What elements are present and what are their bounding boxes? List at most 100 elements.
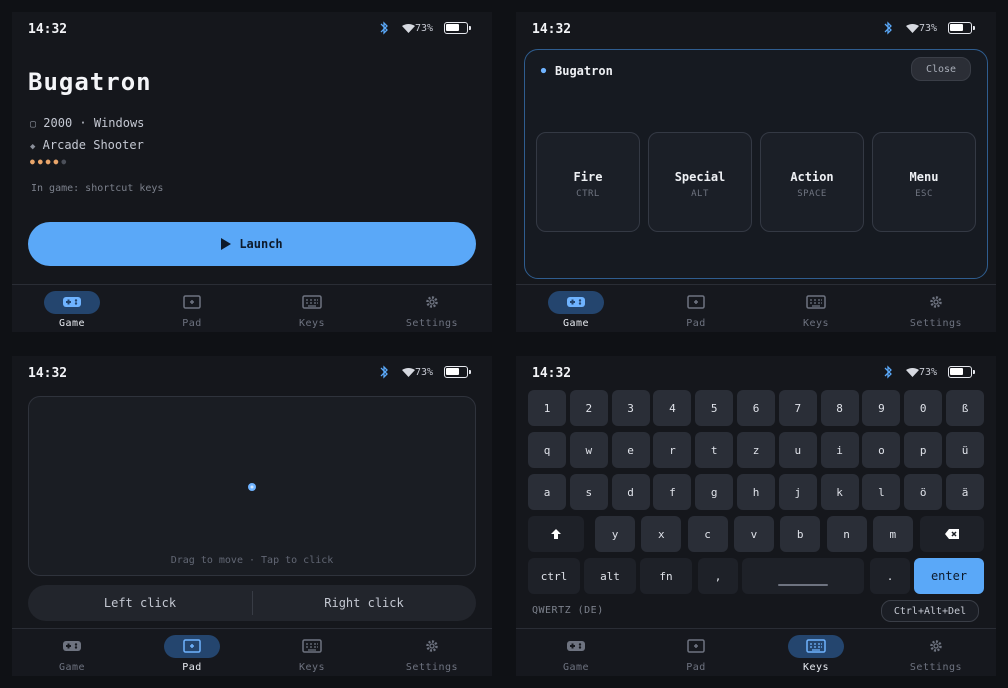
key-row3-10[interactable]: ä [946,474,984,510]
alt-key[interactable]: alt [584,558,636,594]
key-row2-9[interactable]: p [904,432,943,468]
shift-icon [551,529,561,539]
key-row3-3[interactable]: f [653,474,692,510]
close-button[interactable]: Close [911,57,971,81]
key-row3-6[interactable]: j [778,474,817,510]
key-row3-0[interactable]: a [528,474,566,510]
nav-item-pad[interactable]: Pad [636,285,756,332]
key-row2-3[interactable]: r [653,432,692,468]
nav-item-keys[interactable]: Keys [252,285,372,332]
key-row1-8[interactable]: 9 [862,390,901,426]
key-row3-7[interactable]: k [820,474,859,510]
nav-item-game[interactable]: Game [12,629,132,676]
shift-key[interactable] [528,516,584,552]
key-row2-8[interactable]: o [862,432,901,468]
key-row2-0[interactable]: q [528,432,566,468]
key-row2-10[interactable]: ü [946,432,984,468]
nav-item-keys[interactable]: Keys [252,629,372,676]
nav-item-settings[interactable]: Settings [876,629,996,676]
key-row4-4[interactable]: b [780,516,821,552]
key-row2-4[interactable]: t [695,432,734,468]
key-row3-5[interactable]: h [737,474,775,510]
left-click-button[interactable]: Left click [28,585,252,621]
touchpad-icon [183,639,201,653]
key-row1-10[interactable]: ß [946,390,984,426]
right-click-button[interactable]: Right click [252,585,476,621]
nav-item-pad[interactable]: Pad [132,285,252,332]
space-key[interactable] [742,558,864,594]
touchpad-area[interactable]: Drag to move · Tap to click [28,396,476,576]
nav-item-pad[interactable]: Pad [636,629,756,676]
enter-key[interactable]: enter [914,558,984,594]
bottom-nav: Game Pad Keys Settings [516,628,996,676]
key-row4-1[interactable]: x [641,516,682,552]
key-row4-0[interactable]: y [595,516,635,552]
key-row3-1[interactable]: s [569,474,608,510]
key-row1-7[interactable]: 8 [820,390,859,426]
key-row3-9[interactable]: ö [904,474,943,510]
launch-button[interactable]: Launch [28,222,476,266]
key-row1-2[interactable]: 3 [611,390,650,426]
star-icon-empty: ● [61,157,70,166]
touchpad-hint: Drag to move · Tap to click [170,555,334,566]
key-row1-6[interactable]: 7 [778,390,817,426]
key-row1-5[interactable]: 6 [737,390,775,426]
ctrl-key[interactable]: ctrl [528,558,580,594]
wifi-icon [906,368,919,377]
key-row2-1[interactable]: w [569,432,608,468]
nav-item-settings[interactable]: Settings [876,285,996,332]
shortcut-menu-button[interactable]: Menu ESC [872,132,976,232]
keyboard-icon [806,639,826,653]
key-row4-3[interactable]: v [733,516,774,552]
tag-icon: ◆ [30,142,36,152]
key-row1-0[interactable]: 1 [528,390,566,426]
wifi-icon [402,24,415,33]
bluetooth-icon [380,21,388,35]
comma-key[interactable]: , [698,558,738,594]
key-row2-5[interactable]: z [737,432,775,468]
battery-icon [444,22,471,34]
shortcut-special-button[interactable]: Special ALT [648,132,752,232]
nav-item-settings[interactable]: Settings [372,629,492,676]
nav-item-pad[interactable]: Pad [132,629,252,676]
key-row1-4[interactable]: 5 [695,390,734,426]
status-bar: 14:32 73% [516,356,996,390]
in-game-hint: In game: shortcut keys [31,183,164,194]
fn-key[interactable]: fn [640,558,692,594]
key-row2-2[interactable]: e [611,432,650,468]
game-year-platform: ▢ 2000 · Windows [30,116,145,130]
key-row4-5[interactable]: n [826,516,867,552]
key-row4-2[interactable]: c [687,516,728,552]
gamepad-icon [63,641,81,651]
key-row1-1[interactable]: 2 [569,390,608,426]
shortcut-fire-button[interactable]: Fire CTRL [536,132,640,232]
period-key[interactable]: . [870,558,910,594]
bottom-nav: Game Pad Keys Settings [12,628,492,676]
key-row1-3[interactable]: 4 [653,390,692,426]
key-row1-9[interactable]: 0 [904,390,943,426]
gear-icon [930,296,942,308]
shortcut-action-button[interactable]: Action SPACE [760,132,864,232]
nav-item-game[interactable]: Game [516,285,636,332]
nav-item-keys[interactable]: Keys [756,629,876,676]
key-row3-8[interactable]: l [862,474,901,510]
panel-title: Bugatron [555,64,613,78]
key-row4-6[interactable]: m [872,516,913,552]
key-row3-2[interactable]: d [611,474,650,510]
battery-icon [444,366,471,378]
nav-item-game[interactable]: Game [12,285,132,332]
status-bar: 14:32 73% [12,12,492,46]
keyboard-icon [302,295,322,309]
nav-item-settings[interactable]: Settings [372,285,492,332]
backspace-key[interactable] [920,516,984,552]
nav-item-game[interactable]: Game [516,629,636,676]
key-row3-4[interactable]: g [695,474,734,510]
key-row2-7[interactable]: i [820,432,859,468]
gamepad-icon [567,297,585,307]
ctrl-alt-del-button[interactable]: Ctrl+Alt+Del [881,600,979,622]
shortcut-screen: 14:32 73% Bugatron Close Fire CTRL Speci… [516,12,996,332]
pad-screen: 14:32 73% Drag to move · Tap to click Le… [12,356,492,676]
keyboard-icon [302,639,322,653]
nav-item-keys[interactable]: Keys [756,285,876,332]
key-row2-6[interactable]: u [778,432,817,468]
